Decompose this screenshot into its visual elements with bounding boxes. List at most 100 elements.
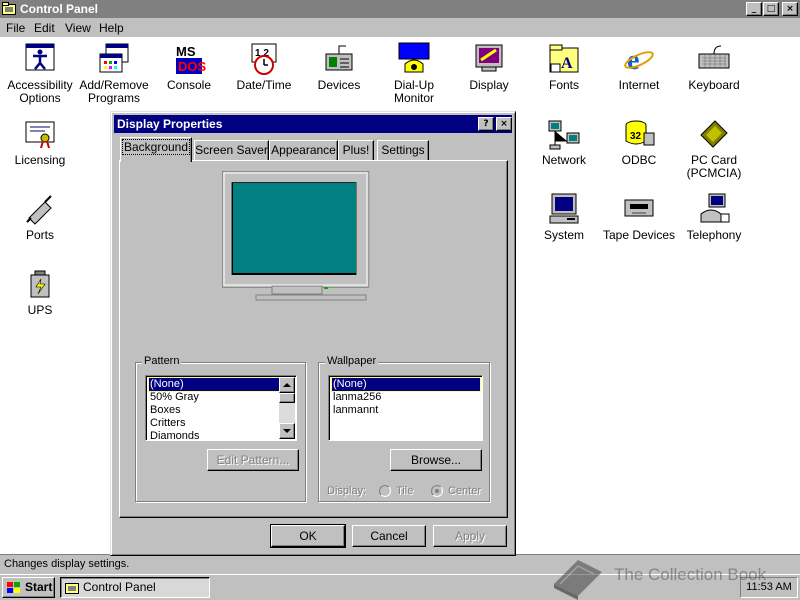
menu-file[interactable]: File (6, 21, 25, 35)
edit-pattern-button[interactable]: Edit Pattern... (207, 449, 299, 471)
cp-item-network[interactable]: Network (527, 117, 601, 167)
tab-appearance[interactable]: Appearance (269, 140, 338, 161)
arrow-up-icon (283, 383, 291, 387)
cp-item-ports[interactable]: Ports (3, 192, 77, 242)
status-text: Changes display settings. (4, 558, 130, 570)
system-icon (549, 193, 579, 224)
tab-settings[interactable]: Settings (377, 140, 429, 161)
cp-item-display[interactable]: Display (452, 42, 526, 92)
dialog-close-button[interactable]: × (496, 117, 512, 131)
apply-button[interactable]: Apply (433, 525, 507, 547)
cp-item-label: Devices (317, 78, 361, 92)
list-item[interactable]: (None) (148, 377, 280, 392)
cp-item-label: ODBC (621, 153, 657, 167)
menu-view[interactable]: View (65, 21, 91, 35)
status-bar: Changes display settings. (0, 554, 800, 574)
cp-item-internet[interactable]: e Internet (602, 42, 676, 92)
radio-dot (435, 489, 439, 493)
menu-help[interactable]: Help (99, 21, 124, 35)
cp-item-ups[interactable]: UPS (3, 267, 77, 317)
internet-icon: e (624, 45, 654, 76)
control-panel-icon (65, 583, 79, 594)
ups-icon (30, 270, 50, 298)
cp-item-devices[interactable]: Devices (302, 42, 376, 92)
display-icon (475, 44, 503, 72)
cp-item-tape-devices[interactable]: Tape Devices (602, 192, 676, 242)
taskbar-item-control-panel[interactable]: Control Panel (60, 577, 210, 598)
taskbar-item-label: Control Panel (83, 580, 156, 594)
tape-devices-icon (624, 199, 654, 217)
list-item[interactable]: 50% Gray (149, 391, 200, 404)
control-panel-icon (2, 2, 16, 15)
control-panel-titlebar[interactable]: Control Panel _ □ × (0, 0, 800, 18)
pc-card-icon (700, 120, 728, 148)
browse-button[interactable]: Browse... (390, 449, 482, 471)
pattern-listbox[interactable]: (None) 50% Gray Boxes Critters Diamonds (145, 375, 297, 443)
tab-label: Plus! (342, 143, 370, 157)
cp-item-accessibility[interactable]: Accessibility Options (3, 42, 77, 105)
dialog-titlebar[interactable]: Display Properties ? × (114, 115, 512, 133)
pattern-scrollbar[interactable] (279, 377, 295, 439)
menu-bar: File Edit View Help (0, 18, 800, 38)
cp-item-dial-up-monitor[interactable]: Dial-Up Monitor (377, 42, 451, 105)
pattern-group: Pattern (None) 50% Gray Boxes Critters D… (135, 355, 306, 502)
cp-item-label: PC Card (PCMCIA) (686, 153, 742, 180)
list-item[interactable]: Boxes (149, 404, 182, 417)
minimize-button[interactable]: _ (746, 2, 762, 16)
start-label: Start (25, 580, 53, 594)
console-icon: MS DOS (176, 44, 206, 74)
list-item[interactable]: (None) (331, 377, 481, 392)
cp-item-label: Licensing (14, 153, 66, 167)
maximize-button[interactable]: □ (763, 2, 779, 16)
cp-item-pc-card[interactable]: PC Card (PCMCIA) (677, 117, 751, 180)
radio-tile[interactable] (379, 485, 391, 497)
cp-item-add-remove-programs[interactable]: Add/Remove Programs (77, 42, 151, 105)
licensing-icon (25, 121, 55, 149)
display-properties-dialog: Display Properties ? × Background Screen… (110, 111, 516, 556)
list-item[interactable]: Diamonds (149, 430, 201, 443)
cp-item-label: Dial-Up Monitor (393, 78, 434, 105)
tab-plus[interactable]: Plus! (338, 140, 374, 161)
cp-item-label: Date/Time (236, 78, 292, 92)
help-button[interactable]: ? (478, 117, 494, 131)
cp-item-label: Ports (25, 228, 54, 242)
pattern-label: Pattern (142, 355, 182, 367)
monitor-screen (233, 183, 356, 273)
svg-text:MS: MS (176, 44, 196, 59)
keyboard-icon (698, 45, 730, 69)
ok-button[interactable]: OK (270, 524, 346, 548)
radio-center-label: Center (448, 485, 482, 497)
cp-item-telephony[interactable]: Telephony (677, 192, 751, 242)
radio-center[interactable] (431, 485, 443, 497)
menu-edit[interactable]: Edit (34, 21, 55, 35)
date-time-icon: 1 2 (251, 43, 277, 75)
scroll-thumb[interactable] (279, 393, 295, 403)
wallpaper-group: Wallpaper (None) lanma256 lanmannt Brows… (318, 355, 490, 502)
list-item[interactable]: Critters (149, 417, 186, 430)
cp-item-odbc[interactable]: 32 ODBC (602, 117, 676, 167)
scroll-up-button[interactable] (279, 377, 295, 393)
cp-item-label: Internet (618, 78, 660, 92)
cancel-button[interactable]: Cancel (352, 525, 426, 547)
cp-item-console[interactable]: MS DOS Console (152, 42, 226, 92)
cp-item-keyboard[interactable]: Keyboard (677, 42, 751, 92)
tab-label: Screen Saver (195, 143, 268, 157)
cp-item-system[interactable]: System (527, 192, 601, 242)
odbc-icon: 32 (625, 120, 655, 146)
cp-item-date-time[interactable]: 1 2 Date/Time (227, 42, 301, 92)
tab-screen-saver[interactable]: Screen Saver (194, 140, 269, 161)
start-button[interactable]: Start (2, 577, 55, 598)
scroll-down-button[interactable] (279, 423, 295, 439)
list-item[interactable]: lanmannt (332, 404, 379, 417)
arrow-down-icon (283, 429, 291, 433)
wallpaper-listbox[interactable]: (None) lanma256 lanmannt (328, 375, 483, 441)
close-button[interactable]: × (782, 2, 798, 16)
cp-item-fonts[interactable]: A Fonts (527, 42, 601, 92)
add-remove-programs-icon (99, 43, 129, 73)
tab-background[interactable]: Background (120, 137, 192, 162)
list-item[interactable]: lanma256 (332, 391, 382, 404)
cp-item-label: Telephony (686, 228, 742, 242)
cp-item-licensing[interactable]: Licensing (3, 117, 77, 167)
system-tray-clock[interactable]: 11:53 AM (740, 577, 798, 598)
cp-item-label: Console (166, 78, 212, 92)
